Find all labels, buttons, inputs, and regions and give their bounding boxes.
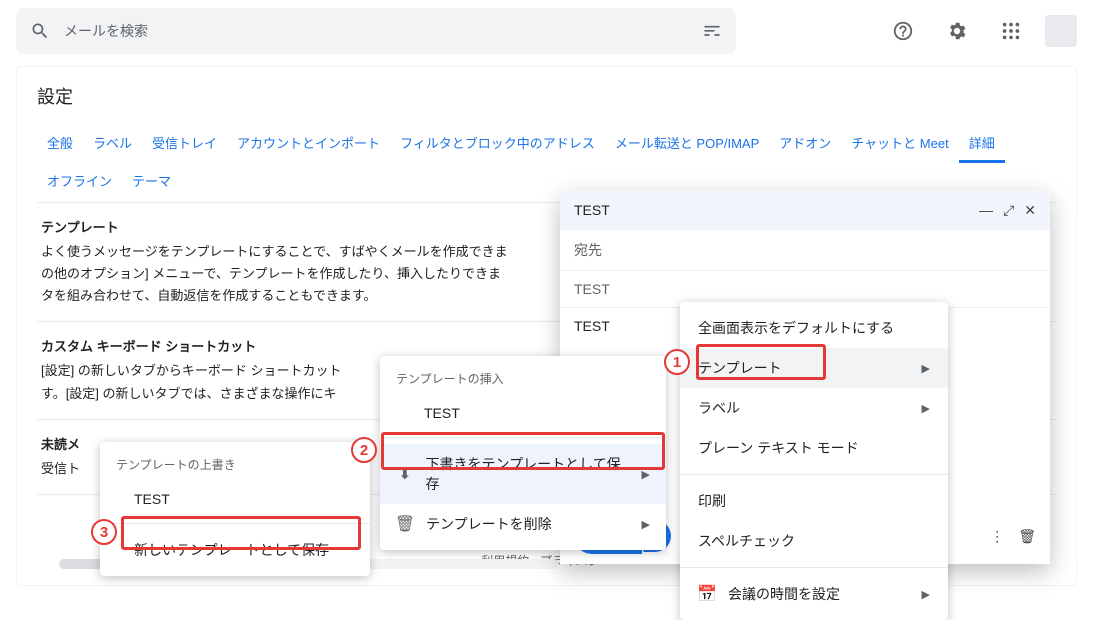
template-item-test[interactable]: TEST	[380, 395, 666, 431]
menu-divider	[100, 523, 370, 524]
chevron-right-icon: ▶	[922, 362, 930, 375]
chevron-right-icon: ▶	[642, 468, 650, 481]
close-icon[interactable]: ✕	[1024, 202, 1036, 219]
tune-icon[interactable]	[702, 20, 722, 43]
compose-header[interactable]: TEST — ⤢ ✕	[560, 190, 1050, 230]
overwrite-header: テンプレートの上書き	[100, 448, 370, 481]
options-item-2[interactable]: ラベル▶	[680, 388, 948, 428]
calendar-icon: 📅	[698, 585, 716, 603]
template-delete[interactable]: 🗑 テンプレートを削除 ▶	[380, 504, 666, 544]
search-box[interactable]: メールを検索	[16, 8, 736, 54]
menu-divider	[680, 567, 948, 568]
compose-to[interactable]: 宛先	[560, 230, 1050, 271]
template-save-draft[interactable]: ⬇ 下書きをテンプレートとして保存 ▶	[380, 444, 666, 504]
options-item-0[interactable]: 全画面表示をデフォルトにする	[680, 308, 948, 348]
overwrite-save-new[interactable]: 新しいテンプレートとして保存	[100, 530, 370, 570]
help-icon[interactable]	[883, 11, 923, 51]
options-item-1[interactable]: テンプレート▶	[680, 348, 948, 388]
options-item-5[interactable]: 印刷	[680, 481, 948, 521]
chevron-right-icon: ▶	[922, 402, 930, 415]
compose-title: TEST	[574, 202, 610, 218]
more-icon[interactable]: ⋮	[990, 528, 1004, 545]
template-submenu: テンプレートの挿入 TEST ⬇ 下書きをテンプレートとして保存 ▶ 🗑 テンプ…	[380, 356, 666, 550]
discard-icon[interactable]: 🗑	[1018, 528, 1036, 545]
tab-8[interactable]: 詳細	[959, 125, 1005, 163]
tab-6[interactable]: アドオン	[769, 125, 841, 163]
tab-10[interactable]: テーマ	[122, 163, 181, 198]
page-title: 設定	[37, 83, 1056, 109]
tab-5[interactable]: メール転送と POP/IMAP	[605, 125, 769, 163]
save-icon: ⬇	[396, 465, 414, 483]
chevron-right-icon: ▶	[642, 518, 650, 531]
minimize-icon[interactable]: —	[979, 202, 993, 219]
tab-1[interactable]: ラベル	[83, 125, 142, 163]
menu-divider	[680, 474, 948, 475]
avatar[interactable]	[1045, 15, 1077, 47]
tab-9[interactable]: オフライン	[37, 163, 122, 198]
trash-icon: 🗑	[396, 515, 414, 533]
overwrite-submenu: テンプレートの上書き TEST 新しいテンプレートとして保存	[100, 442, 370, 576]
settings-tabs: 全般ラベル受信トレイアカウントとインポートフィルタとブロック中のアドレスメール転…	[37, 125, 1056, 198]
search-icon	[30, 21, 50, 41]
options-item-3[interactable]: プレーン テキスト モード	[680, 428, 948, 468]
search-placeholder: メールを検索	[64, 21, 148, 41]
menu-divider	[380, 437, 666, 438]
expand-icon[interactable]: ⤢	[1003, 202, 1014, 219]
top-bar: メールを検索	[0, 0, 1093, 62]
tab-3[interactable]: アカウントとインポート	[227, 125, 390, 163]
tab-0[interactable]: 全般	[37, 125, 83, 163]
tab-2[interactable]: 受信トレイ	[142, 125, 227, 163]
tab-4[interactable]: フィルタとブロック中のアドレス	[390, 125, 605, 163]
top-right-controls	[883, 11, 1077, 51]
options-item-6[interactable]: スペルチェック	[680, 521, 948, 561]
apps-icon[interactable]	[991, 11, 1031, 51]
options-item-8[interactable]: 📅会議の時間を設定▶	[680, 574, 948, 614]
chevron-right-icon: ▶	[922, 588, 930, 601]
tab-7[interactable]: チャットと Meet	[841, 125, 958, 163]
gear-icon[interactable]	[937, 11, 977, 51]
template-header: テンプレートの挿入	[380, 362, 666, 395]
compose-options-menu: 全画面表示をデフォルトにするテンプレート▶ラベル▶プレーン テキスト モード印刷…	[680, 302, 948, 620]
overwrite-item-test[interactable]: TEST	[100, 481, 370, 517]
